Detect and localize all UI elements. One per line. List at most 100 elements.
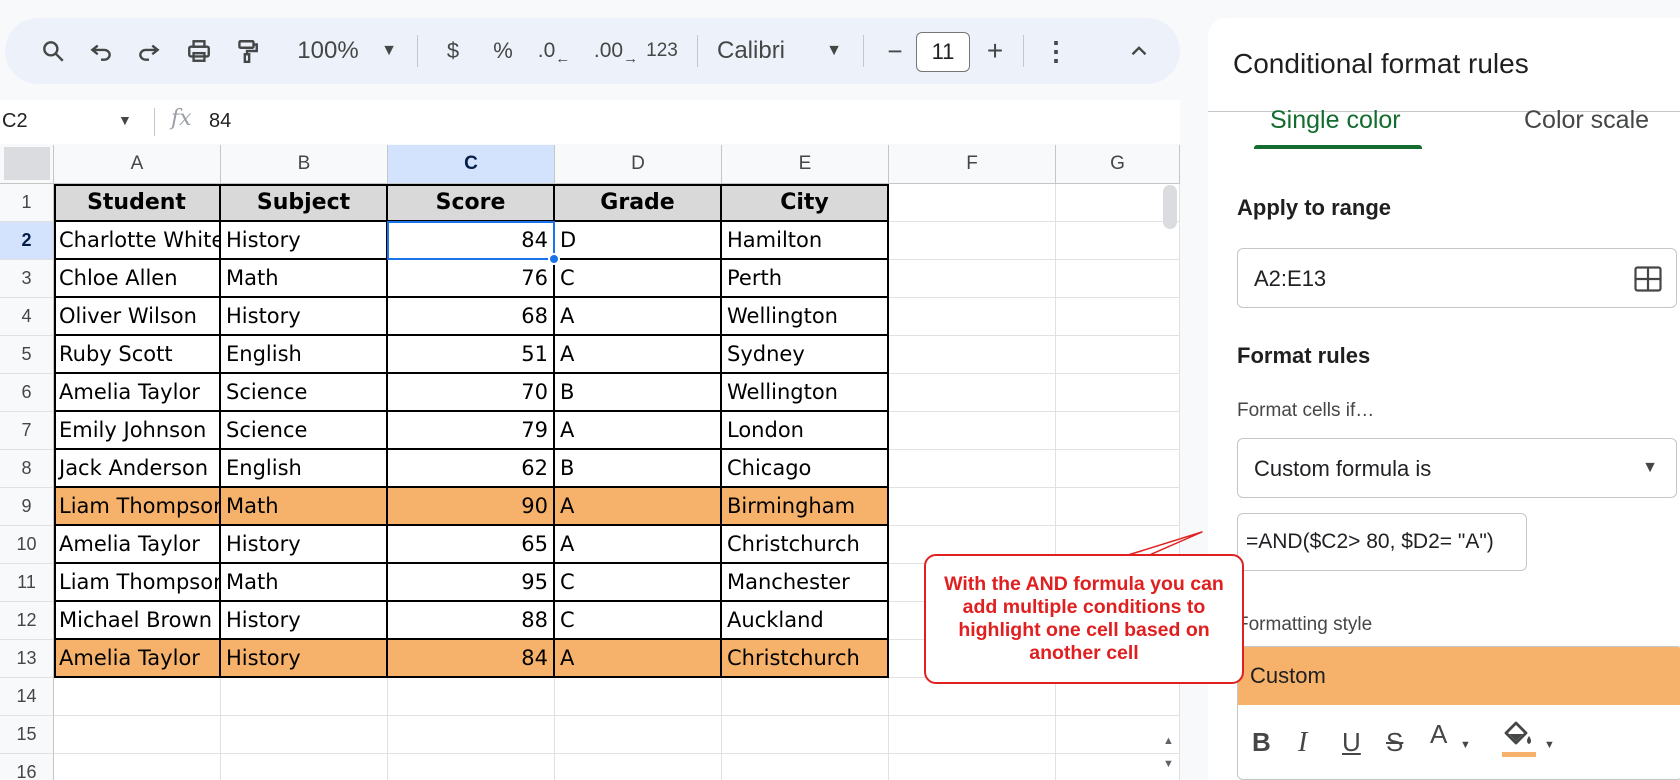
italic-button[interactable]: I — [1298, 727, 1307, 759]
cell-b2[interactable]: History — [221, 222, 388, 260]
cell-d11[interactable]: C — [555, 564, 722, 602]
cell-a16[interactable] — [54, 754, 221, 780]
column-header-f[interactable]: F — [889, 145, 1056, 184]
zoom-caret-icon[interactable]: ▼ — [375, 18, 403, 84]
cell-b12[interactable]: History — [221, 602, 388, 640]
collapse-chevron-up-icon[interactable] — [1119, 18, 1159, 84]
row-header-6[interactable]: 6 — [0, 374, 54, 412]
cell-d3[interactable]: C — [555, 260, 722, 298]
cell-g15[interactable] — [1056, 716, 1180, 754]
cell-d10[interactable]: A — [555, 526, 722, 564]
row-header-13[interactable]: 13 — [0, 640, 54, 678]
cell-d2[interactable]: D — [555, 222, 722, 260]
condition-select[interactable]: Custom formula is ▼ — [1237, 438, 1677, 498]
cell-a8[interactable]: Jack Anderson — [54, 450, 221, 488]
cell-g1[interactable] — [1056, 184, 1180, 222]
cell-a2[interactable]: Charlotte White — [54, 222, 221, 260]
decrease-font-size-button[interactable]: − — [877, 18, 913, 84]
increase-decimal-button[interactable]: .00 → — [590, 18, 642, 84]
cell-b8[interactable]: English — [221, 450, 388, 488]
select-all-corner[interactable] — [0, 145, 54, 184]
cell-d15[interactable] — [555, 716, 722, 754]
cell-f9[interactable] — [889, 488, 1056, 526]
cell-e10[interactable]: Christchurch — [722, 526, 889, 564]
cell-f8[interactable] — [889, 450, 1056, 488]
cell-e14[interactable] — [722, 678, 889, 716]
zoom-select[interactable]: 100% — [293, 18, 363, 84]
cell-f1[interactable] — [889, 184, 1056, 222]
cell-d16[interactable] — [555, 754, 722, 780]
cell-d7[interactable]: A — [555, 412, 722, 450]
table-header-cell[interactable]: Grade — [555, 184, 722, 222]
tab-color-scale[interactable]: Color scale — [1524, 106, 1649, 135]
row-header-14[interactable]: 14 — [0, 678, 54, 716]
cell-a10[interactable]: Amelia Taylor — [54, 526, 221, 564]
cell-a4[interactable]: Oliver Wilson — [54, 298, 221, 336]
font-select[interactable]: Calibri — [717, 18, 797, 84]
cell-d4[interactable]: A — [555, 298, 722, 336]
row-header-8[interactable]: 8 — [0, 450, 54, 488]
row-header-12[interactable]: 12 — [0, 602, 54, 640]
decrease-decimal-button[interactable]: .0 ← — [532, 18, 576, 84]
cell-b9[interactable]: Math — [221, 488, 388, 526]
increase-font-size-button[interactable]: + — [977, 18, 1013, 84]
cell-e15[interactable] — [722, 716, 889, 754]
cell-d8[interactable]: B — [555, 450, 722, 488]
cell-c10[interactable]: 65 — [388, 526, 555, 564]
cell-g16[interactable] — [1056, 754, 1180, 780]
cell-d5[interactable]: A — [555, 336, 722, 374]
cell-g9[interactable] — [1056, 488, 1180, 526]
column-header-a[interactable]: A — [54, 145, 221, 184]
scroll-down-arrow-icon[interactable]: ▼ — [1163, 758, 1174, 770]
cell-e2[interactable]: Hamilton — [722, 222, 889, 260]
currency-button[interactable]: $ — [435, 18, 471, 84]
cell-g7[interactable] — [1056, 412, 1180, 450]
cell-g2[interactable] — [1056, 222, 1180, 260]
cell-a15[interactable] — [54, 716, 221, 754]
fill-color-caret-icon[interactable]: ▼ — [1544, 739, 1555, 751]
select-range-grid-icon[interactable] — [1634, 266, 1662, 292]
print-icon[interactable] — [177, 18, 221, 84]
cell-e5[interactable]: Sydney — [722, 336, 889, 374]
cell-c11[interactable]: 95 — [388, 564, 555, 602]
row-header-11[interactable]: 11 — [0, 564, 54, 602]
custom-formula-input[interactable]: =AND($C2> 80, $D2= "A") — [1237, 513, 1527, 571]
row-header-10[interactable]: 10 — [0, 526, 54, 564]
cell-c4[interactable]: 68 — [388, 298, 555, 336]
cell-e8[interactable]: Chicago — [722, 450, 889, 488]
cell-b7[interactable]: Science — [221, 412, 388, 450]
cell-c8[interactable]: 62 — [388, 450, 555, 488]
strikethrough-button[interactable]: S — [1386, 727, 1403, 758]
cell-b4[interactable]: History — [221, 298, 388, 336]
cell-c12[interactable]: 88 — [388, 602, 555, 640]
cell-a9[interactable]: Liam Thompson — [54, 488, 221, 526]
row-header-15[interactable]: 15 — [0, 716, 54, 754]
row-header-3[interactable]: 3 — [0, 260, 54, 298]
formula-input[interactable]: 84 — [209, 110, 231, 133]
percent-button[interactable]: % — [485, 18, 521, 84]
cell-e3[interactable]: Perth — [722, 260, 889, 298]
cell-c6[interactable]: 70 — [388, 374, 555, 412]
sheet-grid[interactable]: A B C D E F G 1 Student Subject Score Grade City 2 Cha… — [0, 145, 1180, 780]
cell-c16[interactable] — [388, 754, 555, 780]
cell-b6[interactable]: Science — [221, 374, 388, 412]
bold-button[interactable]: B — [1252, 727, 1271, 758]
cell-f7[interactable] — [889, 412, 1056, 450]
table-header-cell[interactable]: City — [722, 184, 889, 222]
cell-b10[interactable]: History — [221, 526, 388, 564]
style-preview[interactable]: Custom — [1238, 647, 1680, 705]
cell-g8[interactable] — [1056, 450, 1180, 488]
vertical-scrollbar-thumb[interactable] — [1163, 185, 1177, 229]
cell-c9[interactable]: 90 — [388, 488, 555, 526]
cell-c3[interactable]: 76 — [388, 260, 555, 298]
cell-b3[interactable]: Math — [221, 260, 388, 298]
cell-a14[interactable] — [54, 678, 221, 716]
cell-g4[interactable] — [1056, 298, 1180, 336]
cell-a13[interactable]: Amelia Taylor — [54, 640, 221, 678]
cell-c5[interactable]: 51 — [388, 336, 555, 374]
name-box[interactable]: C2 — [2, 110, 28, 133]
row-header-4[interactable]: 4 — [0, 298, 54, 336]
cell-f16[interactable] — [889, 754, 1056, 780]
paint-format-icon[interactable] — [227, 18, 267, 84]
undo-icon[interactable] — [81, 18, 121, 84]
